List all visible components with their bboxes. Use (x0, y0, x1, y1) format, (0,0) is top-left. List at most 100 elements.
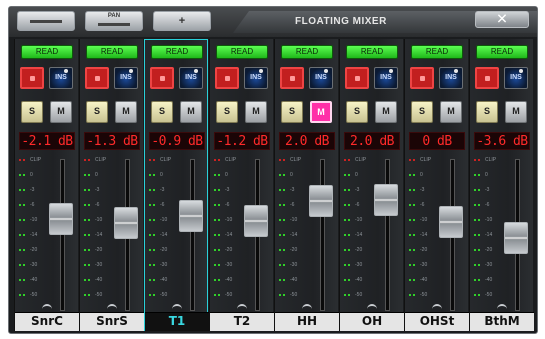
channel-name-plate[interactable]: SnrS (80, 312, 144, 331)
insert-label: INS (380, 74, 392, 81)
fader-track[interactable] (385, 159, 390, 311)
knob-icon (324, 69, 328, 73)
automation-read-button[interactable]: READ (476, 45, 528, 59)
automation-read-button[interactable]: READ (281, 45, 333, 59)
scale-label: -10 (355, 217, 363, 223)
record-arm-button[interactable] (410, 67, 434, 89)
insert-button[interactable]: INS (504, 67, 528, 89)
automation-read-button[interactable]: READ (21, 45, 73, 59)
scale-label: -40 (95, 277, 103, 283)
insert-button[interactable]: INS (439, 67, 463, 89)
mute-button[interactable]: M (310, 101, 332, 123)
automation-read-button[interactable]: READ (216, 45, 268, 59)
scale-label: CLIP (95, 157, 107, 163)
meter-tick: -20 (279, 247, 305, 255)
record-arm-button[interactable] (20, 67, 44, 89)
fader-track[interactable] (320, 159, 325, 311)
channel-name-plate[interactable]: T2 (210, 312, 274, 331)
meter-tick: 0 (279, 172, 305, 180)
mute-button[interactable]: M (115, 101, 137, 123)
zoom-out-button[interactable] (17, 11, 75, 31)
channel-strip[interactable]: READ INS S M -2.1 dB CLIP 0 -3 -6 -10 -14 -20 -30 -40… (14, 39, 79, 331)
insert-button[interactable]: INS (244, 67, 268, 89)
mute-button[interactable]: M (180, 101, 202, 123)
solo-button[interactable]: S (86, 101, 108, 123)
volume-fader-handle[interactable] (439, 206, 463, 238)
channel-strip[interactable]: READ INS S M 2.0 dB CLIP 0 -3 -6 -10 -14 -20 -30 -40 -… (274, 39, 339, 331)
record-arm-button[interactable] (215, 67, 239, 89)
solo-button[interactable]: S (411, 101, 433, 123)
automation-read-button[interactable]: READ (86, 45, 138, 59)
fader-track[interactable] (60, 159, 65, 311)
automation-mode-label: READ (230, 47, 254, 56)
scale-label: -20 (160, 247, 168, 253)
scale-label: -14 (225, 232, 233, 238)
record-arm-button[interactable] (280, 67, 304, 89)
solo-button[interactable]: S (21, 101, 43, 123)
insert-button[interactable]: INS (114, 67, 138, 89)
automation-read-button[interactable]: READ (151, 45, 203, 59)
pan-button[interactable]: PAN (85, 11, 143, 31)
automation-read-button[interactable]: READ (346, 45, 398, 59)
solo-label: S (93, 106, 100, 116)
meter-tick: -6 (149, 202, 175, 210)
close-button[interactable]: ✕ (475, 11, 529, 28)
channel-strip[interactable]: READ INS S M -1.2 dB CLIP 0 -3 -6 -10 -14 -20 -30 -40… (209, 39, 274, 331)
channel-name-plate[interactable]: OH (340, 312, 404, 331)
scale-label: -14 (355, 232, 363, 238)
solo-label: S (483, 106, 490, 116)
volume-fader-handle[interactable] (49, 203, 73, 235)
volume-fader-handle[interactable] (504, 222, 528, 254)
insert-button[interactable]: INS (49, 67, 73, 89)
channel-strip[interactable]: READ INS S M -1.3 dB CLIP 0 -3 -6 -10 -14 -20 -30 -40… (79, 39, 144, 331)
channel-name-plate[interactable]: OHSt (405, 312, 469, 331)
channel-strip[interactable]: READ INS S M 0 dB CLIP 0 -3 -6 -10 -14 -20 -30 -40 -50… (404, 39, 469, 331)
meter-tick: -30 (84, 262, 110, 270)
insert-button[interactable]: INS (374, 67, 398, 89)
solo-button[interactable]: S (281, 101, 303, 123)
scale-label: -10 (225, 217, 233, 223)
solo-button[interactable]: S (151, 101, 173, 123)
mute-button[interactable]: M (440, 101, 462, 123)
volume-fader-handle[interactable] (374, 184, 398, 216)
scale-label: -14 (160, 232, 168, 238)
record-arm-button[interactable] (150, 67, 174, 89)
record-arm-button[interactable] (475, 67, 499, 89)
mute-button[interactable]: M (375, 101, 397, 123)
title-bar[interactable]: PAN + FLOATING MIXER ✕ (9, 7, 537, 37)
volume-fader-handle[interactable] (244, 205, 268, 237)
mute-button[interactable]: M (245, 101, 267, 123)
channel-name-plate[interactable]: HH (275, 312, 339, 331)
volume-fader-handle[interactable] (114, 207, 138, 239)
automation-read-button[interactable]: READ (411, 45, 463, 59)
channel-strip[interactable]: READ INS S M -0.9 dB CLIP 0 -3 -6 -10 -14 -20 -30 -40… (144, 39, 209, 331)
knob-icon (64, 69, 68, 73)
record-arm-button[interactable] (345, 67, 369, 89)
meter-tick: -20 (409, 247, 435, 255)
scale-label: -10 (160, 217, 168, 223)
solo-button[interactable]: S (346, 101, 368, 123)
meter-tick: -40 (279, 277, 305, 285)
solo-button[interactable]: S (476, 101, 498, 123)
channel-name-plate[interactable]: SnrC (15, 312, 79, 331)
meter-tick: -6 (474, 202, 500, 210)
channel-strip[interactable]: READ INS S M 2.0 dB CLIP 0 -3 -6 -10 -14 -20 -30 -40 -… (339, 39, 404, 331)
volume-fader-handle[interactable] (179, 200, 203, 232)
zoom-in-button[interactable]: + (153, 11, 211, 31)
channel-name-plate[interactable]: BthM (470, 312, 534, 331)
solo-button[interactable]: S (216, 101, 238, 123)
fader-track[interactable] (190, 159, 195, 311)
channel-strip[interactable]: READ INS S M -3.6 dB CLIP 0 -3 -6 -10 -14 -20 -30 -40… (469, 39, 534, 331)
channel-name-plate[interactable]: T1 (145, 312, 209, 331)
volume-fader-handle[interactable] (309, 185, 333, 217)
scale-label: -10 (30, 217, 38, 223)
mute-button[interactable]: M (505, 101, 527, 123)
insert-button[interactable]: INS (309, 67, 333, 89)
mute-button[interactable]: M (50, 101, 72, 123)
record-arm-button[interactable] (85, 67, 109, 89)
insert-button[interactable]: INS (179, 67, 203, 89)
scale-label: -50 (160, 292, 168, 298)
scale-label: 0 (160, 172, 163, 178)
meter-tick: -20 (149, 247, 175, 255)
meter-scale: CLIP 0 -3 -6 -10 -14 -20 -30 -40 -50 (279, 157, 305, 307)
